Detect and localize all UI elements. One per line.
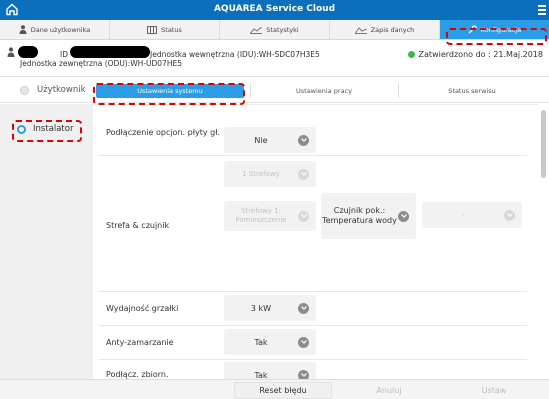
sub-tabs: Użytkownik Ustawienia systemu Ustawienia… (0, 79, 549, 103)
redacted-user-name (18, 46, 38, 58)
heater-capacity-dropdown[interactable]: 3 kW (224, 295, 316, 321)
zone2-dropdown[interactable]: - (422, 202, 522, 228)
approval-status: Zatwierdzono do : 21.Maj.2018 (407, 50, 543, 59)
chevron-down-icon (298, 134, 309, 146)
content-scrollbar[interactable] (538, 104, 549, 379)
antifreeze-label: Anty-zamarzanie (106, 338, 174, 347)
indoor-unit: Jednostka wewnętrzna (IDU):WH-SDC07H3E5 (150, 50, 320, 59)
dropdown-value: 3 kW (250, 303, 272, 313)
chevron-down-icon (298, 369, 309, 379)
chevron-down-icon (298, 168, 309, 180)
app-title: AQUAREA Service Cloud (213, 4, 336, 14)
scrollbar-thumb[interactable] (541, 110, 546, 178)
tab-label: Konfiguracja (480, 25, 522, 34)
dropdown-value: 1 Strefowy (242, 169, 280, 178)
optional-board-label: Podłączenie opcjon. płyty gł. (106, 128, 221, 137)
subtab-service-status[interactable]: Status serwisu (398, 84, 546, 98)
sensor-dropdown[interactable]: Czujnik pok.: Temperatura wody (321, 193, 416, 239)
role-installer-option[interactable]: Instalator (17, 124, 73, 134)
row-divider (99, 291, 527, 292)
panel-icon (147, 25, 158, 34)
chevron-down-icon (398, 210, 409, 222)
person-icon (7, 47, 15, 57)
set-button[interactable]: Ustaw (445, 382, 543, 399)
chart-icon (354, 26, 367, 34)
role-user-label: Użytkownik (37, 85, 86, 95)
wrench-icon (468, 25, 477, 34)
redacted-device-id (70, 46, 150, 58)
row-divider (99, 359, 527, 360)
antifreeze-dropdown[interactable]: Tak (224, 329, 316, 355)
status-dot-icon (407, 51, 415, 58)
tank-connection-label: Podłącz. zbiorn. (106, 370, 169, 379)
approval-text: Zatwierdzono do : 21.Maj.2018 (418, 50, 543, 59)
heater-capacity-label: Wydajność grzałki (106, 304, 179, 313)
system-settings-form: Podłączenie opcjon. płyty gł. Nie 1 Stre… (93, 104, 538, 379)
zones-dropdown[interactable]: 1 Strefowy (224, 161, 316, 187)
person-icon (19, 25, 27, 34)
dropdown-value: Tak (254, 337, 268, 347)
zone1-dropdown[interactable]: Strefowy 1: Pomieszczenie (224, 201, 316, 231)
role-panel: Instalator (0, 104, 93, 379)
reset-error-button[interactable]: Reset błędu (234, 382, 332, 399)
app-header: AQUAREA Service Cloud (0, 0, 549, 20)
dropdown-value: - (461, 210, 465, 219)
chevron-down-icon (298, 302, 309, 314)
tab-statistics[interactable]: Statystyki (220, 20, 330, 39)
device-info: ID Jednostka wewnętrzna (IDU):WH-SDC07H3… (0, 41, 549, 77)
subtab-system-settings[interactable]: Ustawienia systemu (96, 84, 244, 98)
tab-label: Status (161, 25, 182, 34)
cancel-button[interactable]: Anuluj (340, 382, 438, 399)
dropdown-value: Nie (254, 135, 268, 145)
radio-selected-icon (17, 124, 26, 134)
optional-board-dropdown[interactable]: Nie (224, 127, 316, 153)
tab-data-log[interactable]: Zapis danych (330, 20, 440, 39)
dropdown-value: Strefowy 1: Pomieszczenie (235, 207, 287, 224)
tab-label: Zapis danych (370, 25, 415, 34)
tab-label: Dane użytkownika (30, 25, 91, 34)
role-installer-label: Instalator (33, 124, 74, 134)
tab-configuration[interactable]: Konfiguracja (440, 20, 549, 39)
role-user-option[interactable]: Użytkownik (20, 85, 86, 95)
main-tabs: Dane użytkownika Status Statystyki Zapis… (0, 20, 549, 40)
tab-user-data[interactable]: Dane użytkownika (0, 20, 110, 39)
tab-label: Statystyki (266, 25, 299, 34)
tab-status[interactable]: Status (110, 20, 220, 39)
id-label: ID (60, 50, 68, 59)
row-divider (99, 325, 527, 326)
dropdown-value: Czujnik pok.: Temperatura wody (322, 206, 397, 225)
zone-sensor-label: Strefa & czujnik (106, 221, 170, 230)
radio-icon (20, 85, 29, 95)
chart-icon (250, 26, 263, 34)
action-bar: Reset błędu Anuluj Ustaw (0, 379, 549, 399)
chevron-down-icon (298, 336, 309, 348)
hamburger-icon[interactable] (538, 5, 546, 15)
outdoor-unit: Jednostka zewnętrzna (ODU):WH-UD07HE5 (20, 59, 182, 68)
dropdown-value: Tak (254, 370, 268, 380)
row-divider (99, 155, 527, 156)
chevron-down-icon (504, 209, 515, 221)
chevron-down-icon (298, 210, 309, 222)
subtab-operation-settings[interactable]: Ustawienia pracy (250, 84, 398, 98)
tank-connection-dropdown[interactable]: Tak (224, 362, 316, 379)
